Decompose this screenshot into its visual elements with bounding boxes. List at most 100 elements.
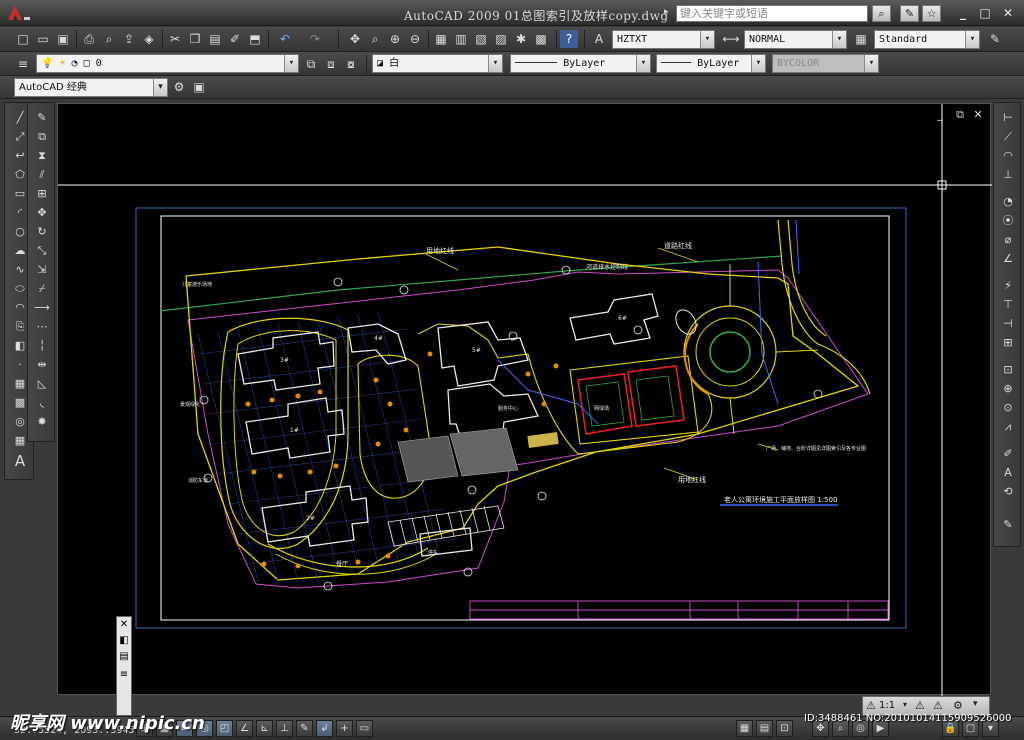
object-snap-tracking-button[interactable]: ∠	[236, 720, 253, 737]
favorites-button[interactable]: ☆	[922, 5, 941, 22]
dimension-update-icon[interactable]: ⟲	[999, 483, 1017, 500]
drawing-canvas[interactable]: _ ⧉ ✕ 用地红线 道路红线 河道排水控制线 用地红线 老人公寓环境施工平面放…	[57, 103, 992, 696]
lineweight-button[interactable]: ✎	[296, 720, 313, 737]
diameter-dimension-icon[interactable]: ⌀	[999, 231, 1017, 248]
jogged-dimension-icon[interactable]: ⦿	[999, 212, 1017, 229]
properties-icon[interactable]: ▦	[432, 30, 450, 48]
make-current-layer-icon[interactable]: ⧉	[302, 55, 320, 73]
quick-dimension-icon[interactable]: ⚡	[999, 277, 1017, 294]
text-style-select[interactable]: HZTXT ▾	[612, 30, 715, 49]
design-center-icon[interactable]: ▥	[452, 30, 470, 48]
stretch-icon[interactable]: ⇲	[33, 261, 51, 278]
dimension-style-icon[interactable]: ✎	[999, 516, 1017, 533]
layout-toggle-button[interactable]: ▭	[356, 720, 373, 737]
layer-select[interactable]: 💡 ☀ ◔ □ 0 ▾	[36, 54, 299, 73]
model-space-button[interactable]: ▦	[736, 720, 753, 737]
new-file-icon[interactable]: □	[14, 30, 32, 48]
block-editor-icon[interactable]: ⬒	[246, 30, 264, 48]
zoom-window-icon[interactable]: ⊕	[386, 30, 404, 48]
undo-icon[interactable]: ↶	[276, 30, 294, 48]
help-icon[interactable]: ?	[560, 30, 578, 48]
color-select[interactable]: ◪ 白 ▾	[372, 54, 503, 73]
layout-space-button[interactable]: ▤	[756, 720, 773, 737]
dimension-text-edit-icon[interactable]: A	[999, 464, 1017, 481]
cut-icon[interactable]: ✂	[166, 30, 184, 48]
expand-arrow-icon[interactable]: ▸	[664, 7, 669, 17]
object-snap-button[interactable]: ◰	[216, 720, 233, 737]
copy-object-icon[interactable]: ⧉	[33, 128, 51, 145]
annotation-visibility-icon[interactable]: ⚠	[915, 699, 925, 712]
dynamic-input-button[interactable]: ⊥	[276, 720, 293, 737]
open-file-icon[interactable]: ▭	[34, 30, 52, 48]
layer-states-icon[interactable]: ⧇	[342, 55, 360, 73]
arc-length-icon[interactable]: ◠	[999, 147, 1017, 164]
restore-button[interactable]: □	[977, 5, 993, 21]
publish-icon[interactable]: ⇪	[120, 30, 138, 48]
auto-scale-icon[interactable]: ⚠	[933, 699, 943, 712]
copy-icon[interactable]: ❐	[186, 30, 204, 48]
3d-dwf-icon[interactable]: ◈	[140, 30, 158, 48]
sheet-set-icon[interactable]: ▨	[492, 30, 510, 48]
quick-view-layouts-button[interactable]: ⊡	[776, 720, 793, 737]
pin-icon[interactable]: ◧	[118, 635, 130, 647]
fillet-icon[interactable]: ◟	[33, 394, 51, 411]
mirror-icon[interactable]: ⧗	[33, 147, 51, 164]
command-line-palette[interactable]: ✕ ◧ ▤ ≡	[116, 616, 132, 716]
annotation-scale-icon[interactable]: ⚠	[866, 699, 876, 712]
search-button[interactable]: ⌕	[872, 5, 891, 22]
paste-icon[interactable]: ▤	[206, 30, 224, 48]
scale-icon[interactable]: ⤡	[33, 242, 51, 259]
baseline-dimension-icon[interactable]: ⊤	[999, 296, 1017, 313]
linear-dimension-icon[interactable]: ⊢	[999, 109, 1017, 126]
plot-preview-icon[interactable]: ⌕	[100, 30, 118, 48]
rotate-icon[interactable]: ↻	[33, 223, 51, 240]
erase-icon[interactable]: ✎	[33, 109, 51, 126]
tool-palettes-icon[interactable]: ▧	[472, 30, 490, 48]
offset-icon[interactable]: ⫽	[33, 166, 51, 183]
table-style-icon[interactable]: ▦	[852, 30, 870, 48]
autocad-logo-icon[interactable]	[4, 2, 34, 24]
close-icon[interactable]: ✕	[118, 619, 130, 631]
ordinate-dimension-icon[interactable]: ⊥	[999, 166, 1017, 183]
radius-dimension-icon[interactable]: ◔	[999, 193, 1017, 210]
workspace-select[interactable]: AutoCAD 经典 ▾	[14, 78, 168, 97]
linetype-select[interactable]: ─────── ByLayer ▾	[510, 54, 651, 73]
multileader-style-icon[interactable]: ✎	[986, 30, 1004, 48]
break-at-point-icon[interactable]: ⋯	[33, 318, 51, 335]
extend-icon[interactable]: ⟶	[33, 299, 51, 316]
plotstyle-select[interactable]: BYCOLOR ▾	[772, 54, 879, 73]
lineweight-select[interactable]: ───── ByLayer ▾	[656, 54, 766, 73]
break-icon[interactable]: ╎	[33, 337, 51, 354]
dimension-space-icon[interactable]: ⊞	[999, 334, 1017, 351]
chevron-down-icon[interactable]: ▾	[903, 700, 907, 709]
subscription-button[interactable]: ✎	[900, 5, 919, 22]
chamfer-icon[interactable]: ◺	[33, 375, 51, 392]
markup-icon[interactable]: ✱	[512, 30, 530, 48]
minimize-button[interactable]: _	[955, 5, 971, 21]
workspace-switch-icon[interactable]: ⚙	[953, 699, 963, 712]
search-input[interactable]: 键入关键字或短语	[676, 5, 868, 22]
zoom-realtime-icon[interactable]: ⌕	[366, 30, 384, 48]
crosshair-toggle-button[interactable]: +	[336, 720, 353, 737]
jogged-linear-icon[interactable]: ⩘	[999, 418, 1017, 435]
tolerance-icon[interactable]: ⊡	[999, 361, 1017, 378]
workspace-settings-icon[interactable]: ⚙	[170, 78, 188, 96]
center-mark-icon[interactable]: ⊕	[999, 380, 1017, 397]
dim-style-icon[interactable]: ⟷	[722, 30, 740, 48]
expand-icon[interactable]: ▾	[973, 699, 978, 709]
dimension-edit-icon[interactable]: ✐	[999, 445, 1017, 462]
pan-icon[interactable]: ✥	[346, 30, 364, 48]
properties-icon[interactable]: ▤	[118, 651, 130, 663]
plot-icon[interactable]: ⎙	[80, 30, 98, 48]
close-button[interactable]: ✕	[1000, 5, 1016, 21]
dim-style-select[interactable]: NORMAL ▾	[744, 30, 847, 49]
array-icon[interactable]: ⊞	[33, 185, 51, 202]
command-history-icon[interactable]: ≡	[118, 669, 130, 681]
redo-icon[interactable]: ↷	[306, 30, 324, 48]
quick-properties-button[interactable]: ↲	[316, 720, 333, 737]
trim-icon[interactable]: ⌿	[33, 280, 51, 297]
explode-icon[interactable]: ✸	[33, 413, 51, 430]
move-icon[interactable]: ✥	[33, 204, 51, 221]
save-icon[interactable]: ▣	[54, 30, 72, 48]
table-style-select[interactable]: Standard ▾	[874, 30, 980, 49]
